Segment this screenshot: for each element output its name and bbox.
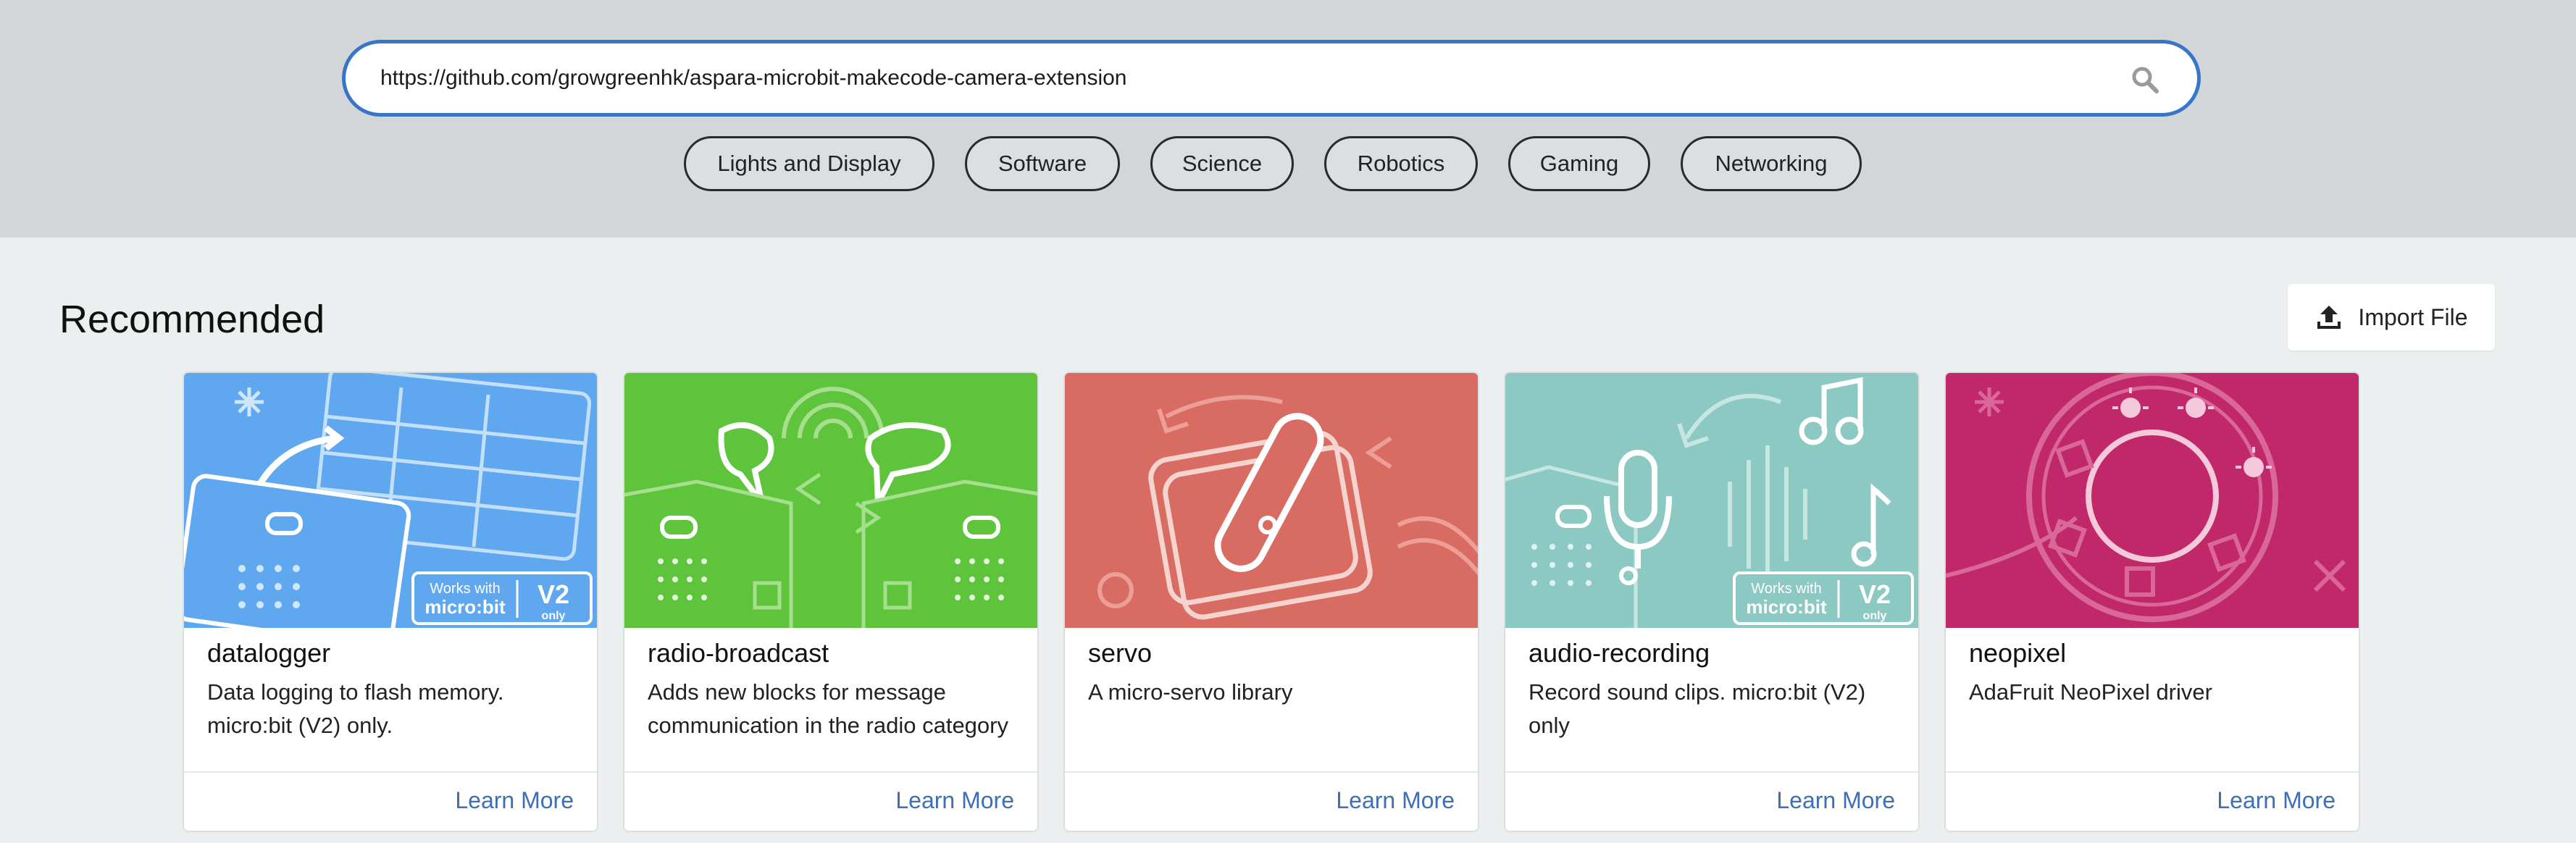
card-footer: Learn More — [1946, 771, 2359, 831]
category-chips: Lights and Display Software Science Robo… — [684, 136, 1892, 191]
search-icon[interactable] — [2130, 65, 2159, 94]
badge-works-with: Works with — [430, 581, 500, 597]
radio-broadcast-illustration — [624, 373, 1037, 628]
chip-lights-and-display[interactable]: Lights and Display — [684, 136, 934, 191]
servo-illustration — [1065, 373, 1478, 628]
search-input[interactable] — [380, 43, 2104, 113]
learn-more-link[interactable]: Learn More — [1776, 787, 1895, 814]
upload-icon — [2317, 306, 2341, 329]
card-description: Data logging to flash memory. micro:bit … — [207, 679, 504, 738]
chip-science[interactable]: Science — [1150, 136, 1294, 191]
audio-recording-illustration: Works with micro:bit V2 only — [1505, 373, 1918, 628]
card-description: A micro-servo library — [1088, 679, 1293, 705]
learn-more-link[interactable]: Learn More — [1336, 787, 1455, 814]
card-title: radio-broadcast — [648, 638, 829, 668]
recommended-cards: Works with micro:bit V2 only datalogger … — [183, 372, 2385, 832]
learn-more-link[interactable]: Learn More — [895, 787, 1014, 814]
card-title: datalogger — [207, 638, 331, 668]
badge-works-with: Works with — [1751, 581, 1821, 597]
card-datalogger[interactable]: Works with micro:bit V2 only datalogger … — [183, 372, 598, 832]
badge-version: V2 — [1859, 579, 1891, 609]
card-title: servo — [1088, 638, 1153, 668]
card-radio-broadcast[interactable]: radio-broadcast Adds new blocks for mess… — [623, 372, 1039, 832]
learn-more-link[interactable]: Learn More — [2217, 787, 2335, 814]
badge-brand: micro:bit — [425, 596, 506, 618]
card-footer: Learn More — [1505, 771, 1918, 831]
import-file-label: Import File — [2358, 303, 2468, 330]
card-audio-recording[interactable]: Works with micro:bit V2 only audio-recor… — [1504, 372, 1920, 832]
chip-robotics[interactable]: Robotics — [1324, 136, 1478, 191]
learn-more-link[interactable]: Learn More — [455, 787, 574, 814]
datalogger-illustration: Works with micro:bit V2 only — [184, 373, 597, 628]
extensions-header: Lights and Display Software Science Robo… — [0, 0, 2576, 238]
badge-version: V2 — [538, 579, 569, 609]
badge-only: only — [542, 610, 566, 622]
recommended-heading: Recommended — [59, 298, 325, 341]
card-description: Adds new blocks for message communicatio… — [648, 679, 1008, 738]
card-footer: Learn More — [624, 771, 1037, 831]
badge-only: only — [1863, 610, 1887, 622]
neopixel-illustration — [1946, 373, 2359, 628]
card-description: AdaFruit NeoPixel driver — [1969, 679, 2212, 705]
chip-networking[interactable]: Networking — [1681, 136, 1862, 191]
badge-brand: micro:bit — [1746, 596, 1827, 618]
chip-software[interactable]: Software — [965, 136, 1120, 191]
card-description: Record sound clips. micro:bit (V2) only — [1529, 679, 1866, 738]
card-servo[interactable]: servo A micro-servo library Learn More — [1063, 372, 1479, 832]
chip-gaming[interactable]: Gaming — [1508, 136, 1650, 191]
card-neopixel[interactable]: neopixel AdaFruit NeoPixel driver Learn … — [1944, 372, 2360, 832]
card-footer: Learn More — [1065, 771, 1478, 831]
card-title: neopixel — [1969, 638, 2067, 668]
card-footer: Learn More — [184, 771, 597, 831]
import-file-button[interactable]: Import File — [2288, 284, 2495, 351]
card-title: audio-recording — [1529, 638, 1710, 668]
search-box[interactable] — [342, 40, 2201, 117]
